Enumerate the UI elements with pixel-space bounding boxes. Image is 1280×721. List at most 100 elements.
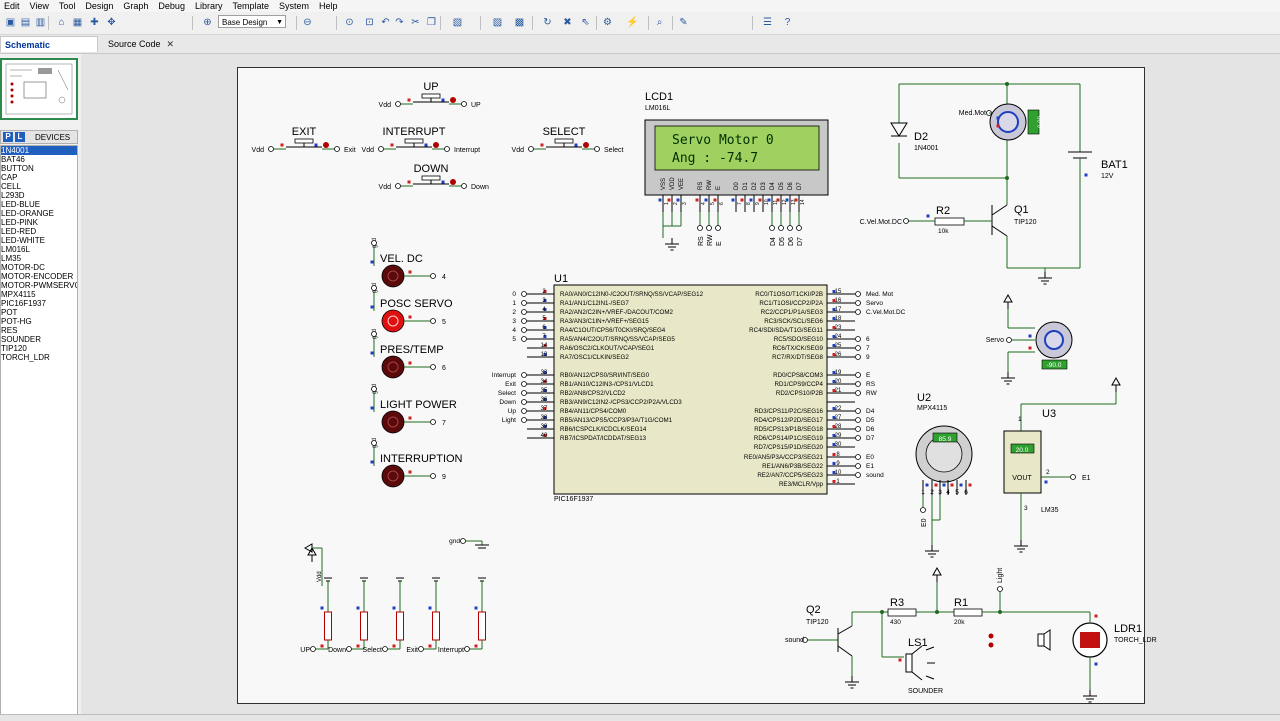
transistor-collector [991,204,1008,216]
pin-state-marker [832,480,836,483]
mcu-pin-name: RD7/CPS15/P1D/SEG20 [754,444,824,451]
terminal [855,345,861,351]
terminal [444,146,450,152]
net-label: 2 [512,309,516,316]
terminal [521,309,527,315]
pulldown-resistor [324,611,332,641]
net-label: sound [866,472,884,479]
mcu-ref: U1 [554,273,568,285]
mcu-pin-name: RD3/CPS11/P2C/SEG16 [754,408,823,415]
net-label: Interrupt [492,372,516,379]
terminal [855,336,861,342]
lcd-pin-number: 14 [800,199,806,205]
pin-state-marker [767,198,771,202]
net-label: 5 [442,319,446,326]
lcd-pin-name: D2 [752,182,758,190]
push-button-up[interactable] [421,93,441,99]
push-button-select[interactable] [554,138,574,144]
u2-part: MPX4115 [917,405,947,412]
mcu-part: PIC16F1937 [554,496,593,503]
button-title: DOWN [414,163,449,175]
sounder-cone [911,671,923,681]
terminal [787,225,793,231]
pulldown-resistor [478,611,486,641]
mcu-pin-number: 25 [835,343,842,349]
net-label: Exit [344,147,356,154]
terminal [997,586,1003,592]
mcu-pin-number: 30 [835,442,842,448]
push-button-exit[interactable] [294,138,314,144]
terminal [855,381,861,387]
r3-ref: R3 [890,597,904,609]
pin-state-marker [758,198,762,202]
lcd-line-2: Ang : -74.7 [672,151,758,166]
net-label: E1 [866,463,874,470]
lcd-pin-name: E [716,186,722,190]
servo-rotor [1044,330,1064,350]
terminal [430,318,436,324]
terminal [855,372,861,378]
r2-value: 10k [938,228,949,235]
lcd-pin-number: 7 [737,202,743,205]
lcd-part: LM016L [645,105,670,112]
push-button-down[interactable] [421,175,441,181]
terminal [430,419,436,425]
u3-vout-label: VOUT [1012,475,1032,482]
terminal [521,417,527,423]
terminal [460,538,466,544]
u2-pin-number: 4 [946,489,950,496]
schematic-canvas: UP Vdd UP EXIT Vdd Exit INTERRUPT Vdd Interrupt S… [252,81,1157,703]
net-label: D6 [866,426,875,433]
mcu-pin-number: 27 [835,415,842,421]
pin-state-marker [1094,662,1098,666]
lcd-pin-name: VSS [661,178,667,190]
mcu-pin-number: 39 [541,424,548,430]
terminal [461,101,467,107]
terminal [1070,474,1076,480]
pin-state-marker [1044,480,1048,484]
mcu-pin-name: RC6/TX/CK/SEG9 [772,345,823,352]
indicator-led [988,633,994,639]
q1-part: TIP120 [1014,219,1037,226]
lcd-pin-number: 4 [701,202,707,205]
u3-pin-number: 1 [1018,416,1022,423]
pin-state-marker [441,98,445,102]
net-label: gnd [449,538,460,545]
pin-state-marker [370,260,374,264]
q2-part: TIP120 [806,619,829,626]
q2-ref: Q2 [806,604,821,616]
mcu-pin-number: 35 [541,388,548,394]
pin-state-marker [407,98,411,102]
net-label: D7 [797,237,804,246]
lcd-pin-number: 5 [710,202,716,205]
terminal [521,381,527,387]
light-source-icon [1043,629,1051,651]
net-label: D4 [866,408,875,415]
mcu-pin-number: 17 [835,307,842,313]
terminal [371,240,377,246]
ls1-part: SOUNDER [908,688,943,695]
net-label: D5 [779,237,786,246]
terminal [430,364,436,370]
push-button-interrupt[interactable] [404,138,424,144]
lcd-line-1: Servo Motor 0 [672,133,774,148]
mcu-pin-name: RA3/AN3/C1IN+/VREF+/SEG15 [560,318,649,325]
resistor-r2 [934,217,965,226]
button-state-led [450,97,456,103]
mcu-pin-number: 33 [541,370,548,376]
u2-pin-number: 3 [938,489,942,496]
button-state-led [583,142,589,148]
net-label: Interrupt [438,647,464,654]
button-state-led [433,142,439,148]
net-label: Vdd [379,184,392,191]
pulldown-resistor [432,611,440,641]
net-label: C.Vel.Mot.DC [860,219,902,226]
terminal [769,225,775,231]
button-title: UP [423,81,438,93]
mcu-pin-name: RC0/T1OSO/T1CKI/P2B [755,291,823,298]
terminal [715,225,721,231]
terminal [521,408,527,414]
pin-state-marker [731,198,735,202]
mcu-pin-number: 26 [835,352,842,358]
pin-state-marker [926,214,930,218]
